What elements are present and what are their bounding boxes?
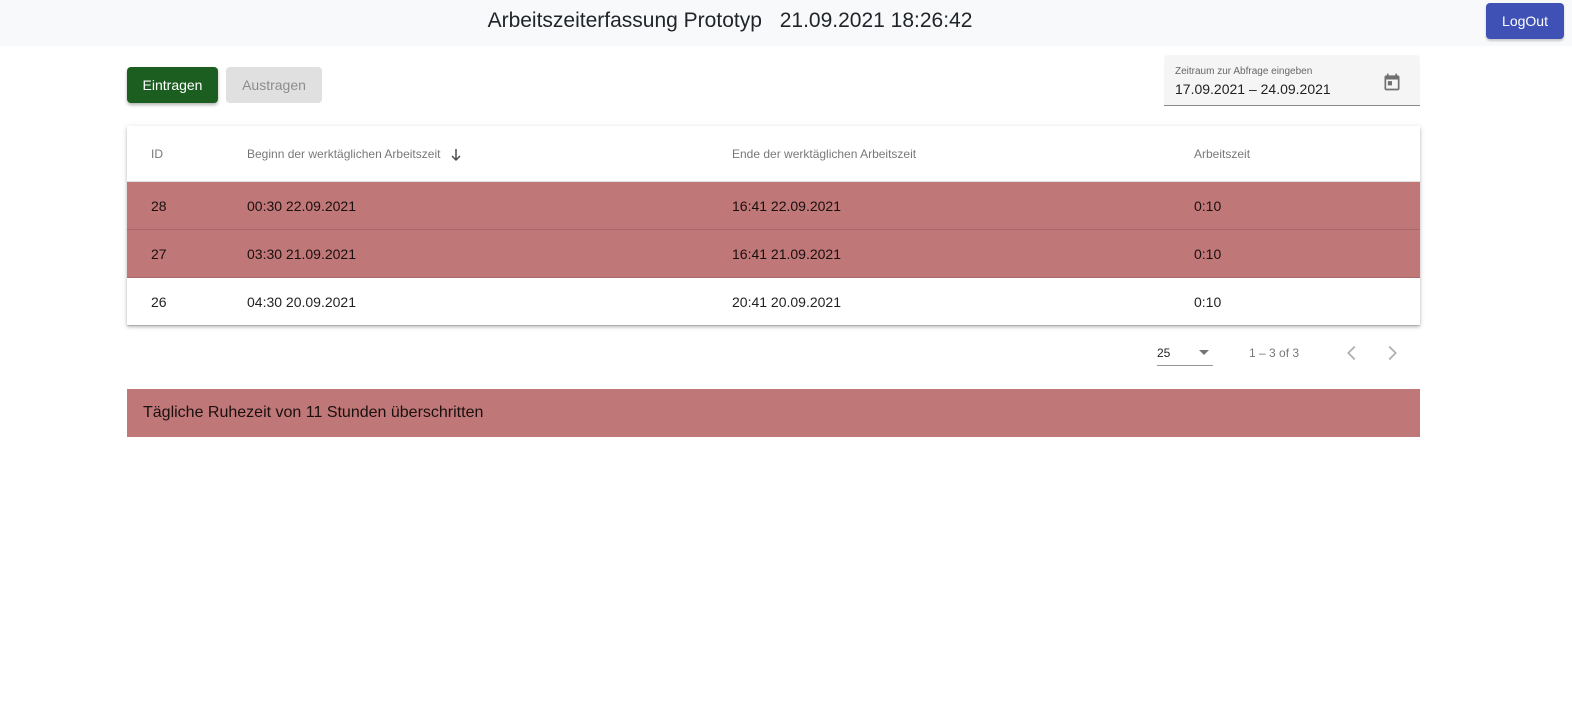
current-datetime: 21.09.2021 18:26:42 <box>779 9 973 32</box>
cell-id: 26 <box>151 294 167 310</box>
date-range-input[interactable]: 17.09.2021 – 24.09.2021 <box>1175 81 1331 97</box>
table-row: 27 03:30 21.09.2021 16:41 21.09.2021 0:1… <box>127 230 1420 278</box>
cell-id: 27 <box>151 246 167 262</box>
app-title: Arbeitszeiterfassung Prototyp 21.09.2021… <box>0 0 1460 42</box>
paginator: 25 1 – 3 of 3 <box>127 330 1420 376</box>
cell-duration: 0:10 <box>1194 294 1222 310</box>
cell-end: 16:41 21.09.2021 <box>732 246 841 262</box>
date-range-label: Zeitraum zur Abfrage eingeben <box>1175 66 1313 77</box>
chevron-down-icon <box>1199 350 1209 355</box>
table-row: 26 04:30 20.09.2021 20:41 20.09.2021 0:1… <box>127 278 1420 326</box>
eintragen-button[interactable]: Eintragen <box>127 67 218 103</box>
column-header-start[interactable]: Beginn der werktäglichen Arbeitszeit <box>247 126 462 182</box>
worktime-table: ID Beginn der werktäglichen Arbeitszeit … <box>127 126 1420 326</box>
app-name: Arbeitszeiterfassung Prototyp <box>487 9 762 32</box>
table-row: 28 00:30 22.09.2021 16:41 22.09.2021 0:1… <box>127 182 1420 230</box>
cell-end: 16:41 22.09.2021 <box>732 198 841 214</box>
cell-start: 00:30 22.09.2021 <box>247 198 356 214</box>
rest-time-warning: Tägliche Ruhezeit von 11 Stunden übersch… <box>127 389 1420 437</box>
logout-button[interactable]: LogOut <box>1486 3 1564 39</box>
austragen-button[interactable]: Austragen <box>226 67 322 103</box>
page-size-value: 25 <box>1157 346 1171 360</box>
column-header-start-label: Beginn der werktäglichen Arbeitszeit <box>247 147 441 161</box>
page-size-select[interactable]: 25 <box>1157 338 1213 366</box>
cell-end: 20:41 20.09.2021 <box>732 294 841 310</box>
page-range-label: 1 – 3 of 3 <box>1249 346 1300 360</box>
chevron-right-icon[interactable] <box>1381 342 1403 364</box>
table-header: ID Beginn der werktäglichen Arbeitszeit … <box>127 126 1420 182</box>
arrow-down-icon <box>451 148 461 161</box>
column-header-end[interactable]: Ende der werktäglichen Arbeitszeit <box>732 126 916 182</box>
chevron-left-icon[interactable] <box>1341 342 1363 364</box>
top-bar: Arbeitszeiterfassung Prototyp 21.09.2021… <box>0 0 1572 46</box>
column-header-duration[interactable]: Arbeitszeit <box>1194 126 1250 182</box>
cell-id: 28 <box>151 198 167 214</box>
column-header-id[interactable]: ID <box>151 126 163 182</box>
calendar-icon[interactable] <box>1382 72 1402 92</box>
date-range-field[interactable]: Zeitraum zur Abfrage eingeben 17.09.2021… <box>1164 55 1420 106</box>
cell-start: 03:30 21.09.2021 <box>247 246 356 262</box>
cell-start: 04:30 20.09.2021 <box>247 294 356 310</box>
cell-duration: 0:10 <box>1194 198 1222 214</box>
cell-duration: 0:10 <box>1194 246 1222 262</box>
